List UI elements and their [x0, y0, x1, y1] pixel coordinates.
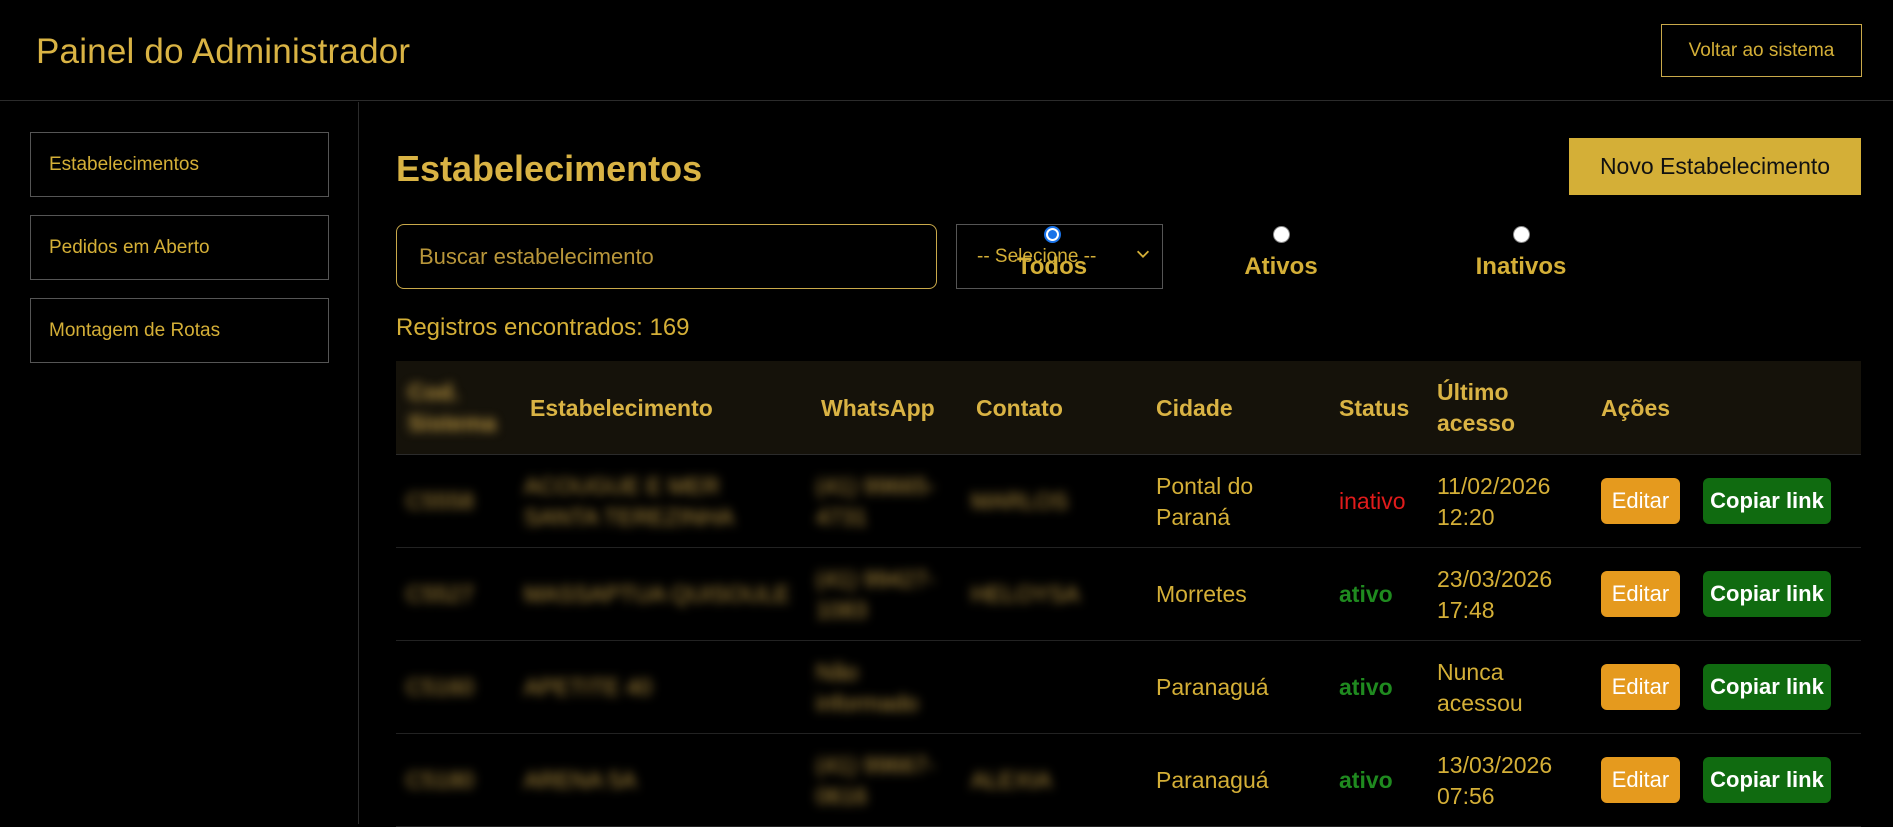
sidebar-item-rotas[interactable]: Montagem de Rotas [30, 298, 329, 363]
cell-last-access: 13/03/2026 07:56 [1437, 751, 1553, 809]
copy-link-button[interactable]: Copiar link [1703, 478, 1831, 524]
cell-last-access: Nunca acessou [1437, 658, 1523, 716]
new-establishment-button[interactable]: Novo Estabelecimento [1569, 138, 1861, 195]
cell-last-access: 11/02/2026 12:20 [1437, 472, 1551, 530]
copy-link-button[interactable]: Copiar link [1703, 757, 1831, 803]
status-badge: ativo [1339, 767, 1393, 793]
sidebar-item-label: Pedidos em Aberto [49, 236, 210, 258]
copy-link-button[interactable]: Copiar link [1703, 664, 1831, 710]
table-row: C5558 ACOUGUE E MER SANTA TEREZINHA (41)… [396, 455, 1861, 548]
radio-button[interactable] [1512, 226, 1530, 243]
column-header: Ações [1601, 394, 1671, 421]
radio-label: Todos [1016, 253, 1088, 280]
cell-name: MASSAPTUA QUISOULE [524, 581, 790, 607]
column-header: Contato [976, 394, 1063, 421]
cell-code: C5160 [406, 674, 474, 700]
edit-button[interactable]: Editar [1601, 757, 1680, 803]
status-badge: ativo [1339, 581, 1393, 607]
cell-contact: HELOYSA [971, 581, 1080, 607]
edit-button[interactable]: Editar [1601, 478, 1680, 524]
column-header: Status [1339, 394, 1410, 421]
sidebar: Estabelecimentos Pedidos em Aberto Monta… [0, 102, 359, 824]
cell-contact: ALEXIA [971, 767, 1052, 793]
column-header: Cod. Sistema [408, 379, 497, 436]
cell-code: C5180 [406, 767, 474, 793]
cell-code: C5527 [406, 581, 474, 607]
edit-button[interactable]: Editar [1601, 664, 1680, 710]
cell-whatsapp: (41) 99427-1083 [816, 565, 935, 623]
sidebar-item-label: Estabelecimentos [49, 153, 199, 175]
cell-city: Paranaguá [1156, 674, 1269, 700]
edit-button[interactable]: Editar [1601, 571, 1680, 617]
sidebar-item-estabelecimentos[interactable]: Estabelecimentos [30, 132, 329, 197]
table-row: C5180 ARENA 5A (41) 99667-0616 ALEXIA Pa… [396, 734, 1861, 827]
chevron-down-icon [1136, 250, 1150, 258]
status-badge: inativo [1339, 488, 1406, 514]
back-to-system-button[interactable]: Voltar ao sistema [1661, 24, 1862, 77]
page-title: Estabelecimentos [396, 148, 703, 189]
column-header: WhatsApp [821, 394, 935, 421]
cell-whatsapp: (41) 99665-4731 [816, 472, 935, 530]
main-content: Estabelecimentos Novo Estabelecimento --… [396, 102, 1861, 827]
cell-whatsapp: Não informado [816, 658, 919, 716]
cell-city: Paranaguá [1156, 767, 1269, 793]
cell-city: Pontal do Paraná [1156, 472, 1254, 530]
column-header: Último acesso [1437, 379, 1516, 436]
column-header: Estabelecimento [530, 394, 713, 421]
radio-button[interactable] [1043, 226, 1061, 243]
radio-todos[interactable]: Todos [982, 226, 1122, 281]
cell-whatsapp: (41) 99667-0616 [816, 751, 935, 809]
sidebar-item-pedidos[interactable]: Pedidos em Aberto [30, 215, 329, 280]
copy-link-button[interactable]: Copiar link [1703, 571, 1831, 617]
radio-button[interactable] [1272, 226, 1290, 243]
cell-city: Morretes [1156, 581, 1247, 607]
table-row: C5160 APETITE 40 Não informado Paranaguá… [396, 641, 1861, 734]
column-header: Cidade [1156, 394, 1233, 421]
app-title: Painel do Administrador [36, 32, 411, 71]
radio-label: Inativos [1475, 253, 1567, 280]
top-bar: Painel do Administrador Voltar ao sistem… [0, 0, 1893, 101]
status-badge: ativo [1339, 674, 1393, 700]
establishments-table: Cod. Sistema Estabelecimento WhatsApp Co… [396, 361, 1861, 827]
cell-name: ACOUGUE E MER SANTA TEREZINHA [524, 472, 735, 530]
cell-name: ARENA 5A [524, 767, 637, 793]
radio-label: Ativos [1244, 253, 1318, 280]
cell-code: C5558 [406, 488, 474, 514]
cell-name: APETITE 40 [524, 674, 652, 700]
table-header: Cod. Sistema Estabelecimento WhatsApp Co… [396, 361, 1861, 455]
records-count: Registros encontrados: 169 [396, 314, 690, 341]
search-input[interactable] [396, 224, 937, 289]
cell-last-access: 23/03/2026 17:48 [1437, 565, 1553, 623]
table-row: C5527 MASSAPTUA QUISOULE (41) 99427-1083… [396, 548, 1861, 641]
radio-inativos[interactable]: Inativos [1451, 226, 1591, 281]
sidebar-item-label: Montagem de Rotas [49, 319, 221, 341]
radio-ativos[interactable]: Ativos [1211, 226, 1351, 281]
cell-contact: MARLOS [971, 488, 1069, 514]
